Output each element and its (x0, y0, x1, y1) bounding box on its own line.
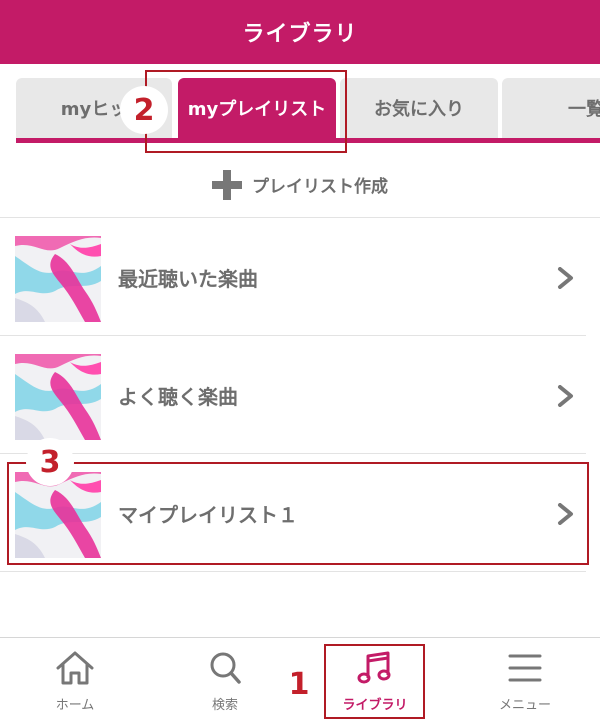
chevron-right-icon (558, 385, 573, 407)
nav-item-menu[interactable]: メニュー (450, 638, 600, 725)
tab-label: 一覧 (568, 99, 600, 120)
tab-list[interactable]: 一覧 (502, 78, 600, 138)
create-playlist-button[interactable]: プレイリスト作成 (0, 152, 600, 218)
chevron-right-icon (558, 267, 573, 289)
step1-highlight-box (324, 644, 425, 719)
nav-label: ホーム (55, 698, 95, 713)
menu-icon (508, 654, 542, 682)
playlist-artwork (15, 236, 101, 322)
tab-label: お気に入り (374, 99, 464, 120)
step2-highlight-box (145, 70, 347, 153)
step3-badge: 3 (26, 438, 74, 486)
playlist-item-frequent[interactable]: よく聴く楽曲 (0, 337, 586, 454)
tab-label: myヒッ (60, 99, 128, 120)
step2-badge: 2 (120, 86, 168, 134)
nav-label: 検索 (211, 698, 238, 713)
playlist-title: 最近聴いた楽曲 (118, 267, 258, 291)
nav-label: メニュー (498, 698, 551, 713)
plus-icon (212, 169, 242, 200)
step-number: 1 (288, 666, 310, 702)
create-playlist-label: プレイリスト作成 (252, 177, 388, 197)
playlist-artwork (15, 354, 101, 440)
app-header: ライブラリ (0, 0, 600, 64)
playlist-item-recent[interactable]: 最近聴いた楽曲 (0, 219, 586, 336)
step3-highlight-box (7, 462, 589, 565)
nav-item-home[interactable]: ホーム (0, 638, 150, 725)
page-title: ライブラリ (242, 22, 358, 47)
step1-badge: 1 (275, 660, 323, 708)
step-number: 2 (133, 92, 155, 128)
playlist-title: よく聴く楽曲 (118, 385, 238, 409)
tab-favorites[interactable]: お気に入り (340, 78, 498, 138)
step-number: 3 (39, 444, 61, 480)
home-icon (56, 651, 94, 685)
search-icon (210, 652, 241, 684)
